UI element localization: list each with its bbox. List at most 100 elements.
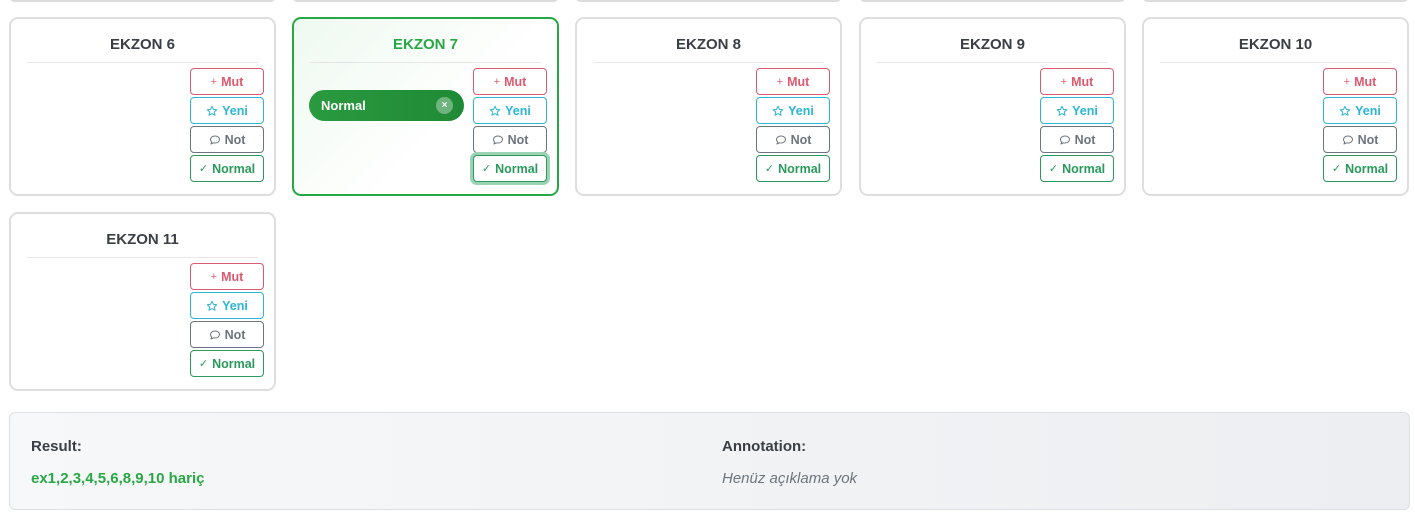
- mut-button[interactable]: + Mut: [473, 68, 547, 95]
- normal-button[interactable]: ✓ Normal: [190, 155, 264, 182]
- yeni-button[interactable]: Yeni: [1323, 97, 1397, 124]
- check-icon: ✓: [764, 163, 775, 175]
- yeni-label: Yeni: [505, 103, 531, 118]
- mut-button[interactable]: + Mut: [1323, 68, 1397, 95]
- not-button[interactable]: Not: [473, 126, 547, 153]
- exon-card-6: EKZON 6 + Mut Yeni Not ✓ Normal: [9, 17, 276, 196]
- exon-card-10: EKZON 10 + Mut Yeni Not ✓ Normal: [1142, 17, 1409, 196]
- plus-icon: +: [493, 75, 501, 88]
- yeni-label: Yeni: [222, 298, 248, 313]
- not-label: Not: [790, 132, 812, 147]
- button-group: + Mut Yeni Not ✓ Normal: [190, 263, 264, 379]
- result-value: ex1,2,3,4,5,6,8,9,10 hariç: [31, 470, 205, 487]
- plus-icon: +: [1060, 75, 1068, 88]
- not-label: Not: [507, 132, 529, 147]
- comment-icon: [1342, 134, 1354, 146]
- star-icon: [206, 300, 218, 312]
- star-icon: [1339, 105, 1351, 117]
- plus-icon: +: [210, 270, 218, 283]
- exon-card-9: EKZON 9 + Mut Yeni Not ✓ Normal: [859, 17, 1126, 196]
- normal-label: Normal: [1345, 161, 1389, 176]
- not-label: Not: [1074, 132, 1096, 147]
- annotation-value: Henüz açıklama yok: [722, 470, 858, 487]
- button-group: + Mut Yeni Not ✓ Normal: [1040, 68, 1114, 184]
- plus-icon: +: [776, 75, 784, 88]
- comment-icon: [492, 134, 504, 146]
- exon-card-7: EKZON 7 Normal × + Mut Yeni Not ✓ Normal: [292, 17, 559, 196]
- yeni-label: Yeni: [222, 103, 248, 118]
- exon-card-8: EKZON 8 + Mut Yeni Not ✓ Normal: [575, 17, 842, 196]
- comment-icon: [209, 134, 221, 146]
- card-stub: [9, 0, 276, 2]
- card-title: EKZON 7: [310, 35, 541, 63]
- comment-icon: [1059, 134, 1071, 146]
- card-title: EKZON 6: [27, 35, 258, 63]
- normal-button[interactable]: ✓ Normal: [190, 350, 264, 377]
- not-button[interactable]: Not: [190, 126, 264, 153]
- card-title: EKZON 9: [877, 35, 1108, 63]
- star-icon: [489, 105, 501, 117]
- yeni-button[interactable]: Yeni: [473, 97, 547, 124]
- normal-button[interactable]: ✓ Normal: [756, 155, 830, 182]
- normal-label: Normal: [1062, 161, 1106, 176]
- mut-label: Mut: [1071, 74, 1094, 89]
- yeni-button[interactable]: Yeni: [1040, 97, 1114, 124]
- mut-label: Mut: [787, 74, 810, 89]
- card-stub: [292, 0, 559, 2]
- button-group: + Mut Yeni Not ✓ Normal: [756, 68, 830, 184]
- star-icon: [206, 105, 218, 117]
- star-icon: [1056, 105, 1068, 117]
- mut-label: Mut: [221, 269, 244, 284]
- card-title: EKZON 10: [1160, 35, 1391, 63]
- yeni-label: Yeni: [1355, 103, 1381, 118]
- mut-label: Mut: [221, 74, 244, 89]
- normal-button[interactable]: ✓ Normal: [1323, 155, 1397, 182]
- not-button[interactable]: Not: [1040, 126, 1114, 153]
- normal-label: Normal: [495, 161, 539, 176]
- exon-card-11: EKZON 11 + Mut Yeni Not ✓ Normal: [9, 212, 276, 391]
- comment-icon: [775, 134, 787, 146]
- yeni-button[interactable]: Yeni: [190, 97, 264, 124]
- check-icon: ✓: [1331, 163, 1342, 175]
- not-button[interactable]: Not: [756, 126, 830, 153]
- check-icon: ✓: [198, 163, 209, 175]
- annotation-label: Annotation:: [722, 438, 807, 455]
- normal-label: Normal: [778, 161, 822, 176]
- button-group: + Mut Yeni Not ✓ Normal: [473, 68, 547, 184]
- selection-tag-label: Normal: [321, 98, 366, 113]
- card-stub: [859, 0, 1126, 2]
- check-icon: ✓: [198, 358, 209, 370]
- card-title: EKZON 11: [27, 230, 258, 258]
- mut-label: Mut: [504, 74, 527, 89]
- mut-button[interactable]: + Mut: [756, 68, 830, 95]
- mut-button[interactable]: + Mut: [190, 263, 264, 290]
- card-stub: [1142, 0, 1409, 2]
- card-stub: [575, 0, 842, 2]
- yeni-button[interactable]: Yeni: [756, 97, 830, 124]
- mut-button[interactable]: + Mut: [1040, 68, 1114, 95]
- card-title: EKZON 8: [593, 35, 824, 63]
- not-label: Not: [1357, 132, 1379, 147]
- plus-icon: +: [1343, 75, 1351, 88]
- yeni-label: Yeni: [1072, 103, 1098, 118]
- not-button[interactable]: Not: [1323, 126, 1397, 153]
- plus-icon: +: [210, 75, 218, 88]
- yeni-label: Yeni: [788, 103, 814, 118]
- star-icon: [772, 105, 784, 117]
- normal-label: Normal: [212, 161, 256, 176]
- close-icon[interactable]: ×: [436, 97, 453, 114]
- result-panel: Result: ex1,2,3,4,5,6,8,9,10 hariç Annot…: [9, 412, 1410, 510]
- not-label: Not: [224, 327, 246, 342]
- mut-label: Mut: [1354, 74, 1377, 89]
- normal-button[interactable]: ✓ Normal: [1040, 155, 1114, 182]
- not-label: Not: [224, 132, 246, 147]
- selection-tag: Normal ×: [309, 90, 464, 121]
- comment-icon: [209, 329, 221, 341]
- check-icon: ✓: [1048, 163, 1059, 175]
- yeni-button[interactable]: Yeni: [190, 292, 264, 319]
- normal-label: Normal: [212, 356, 256, 371]
- mut-button[interactable]: + Mut: [190, 68, 264, 95]
- check-icon: ✓: [481, 163, 492, 175]
- not-button[interactable]: Not: [190, 321, 264, 348]
- normal-button[interactable]: ✓ Normal: [473, 155, 547, 182]
